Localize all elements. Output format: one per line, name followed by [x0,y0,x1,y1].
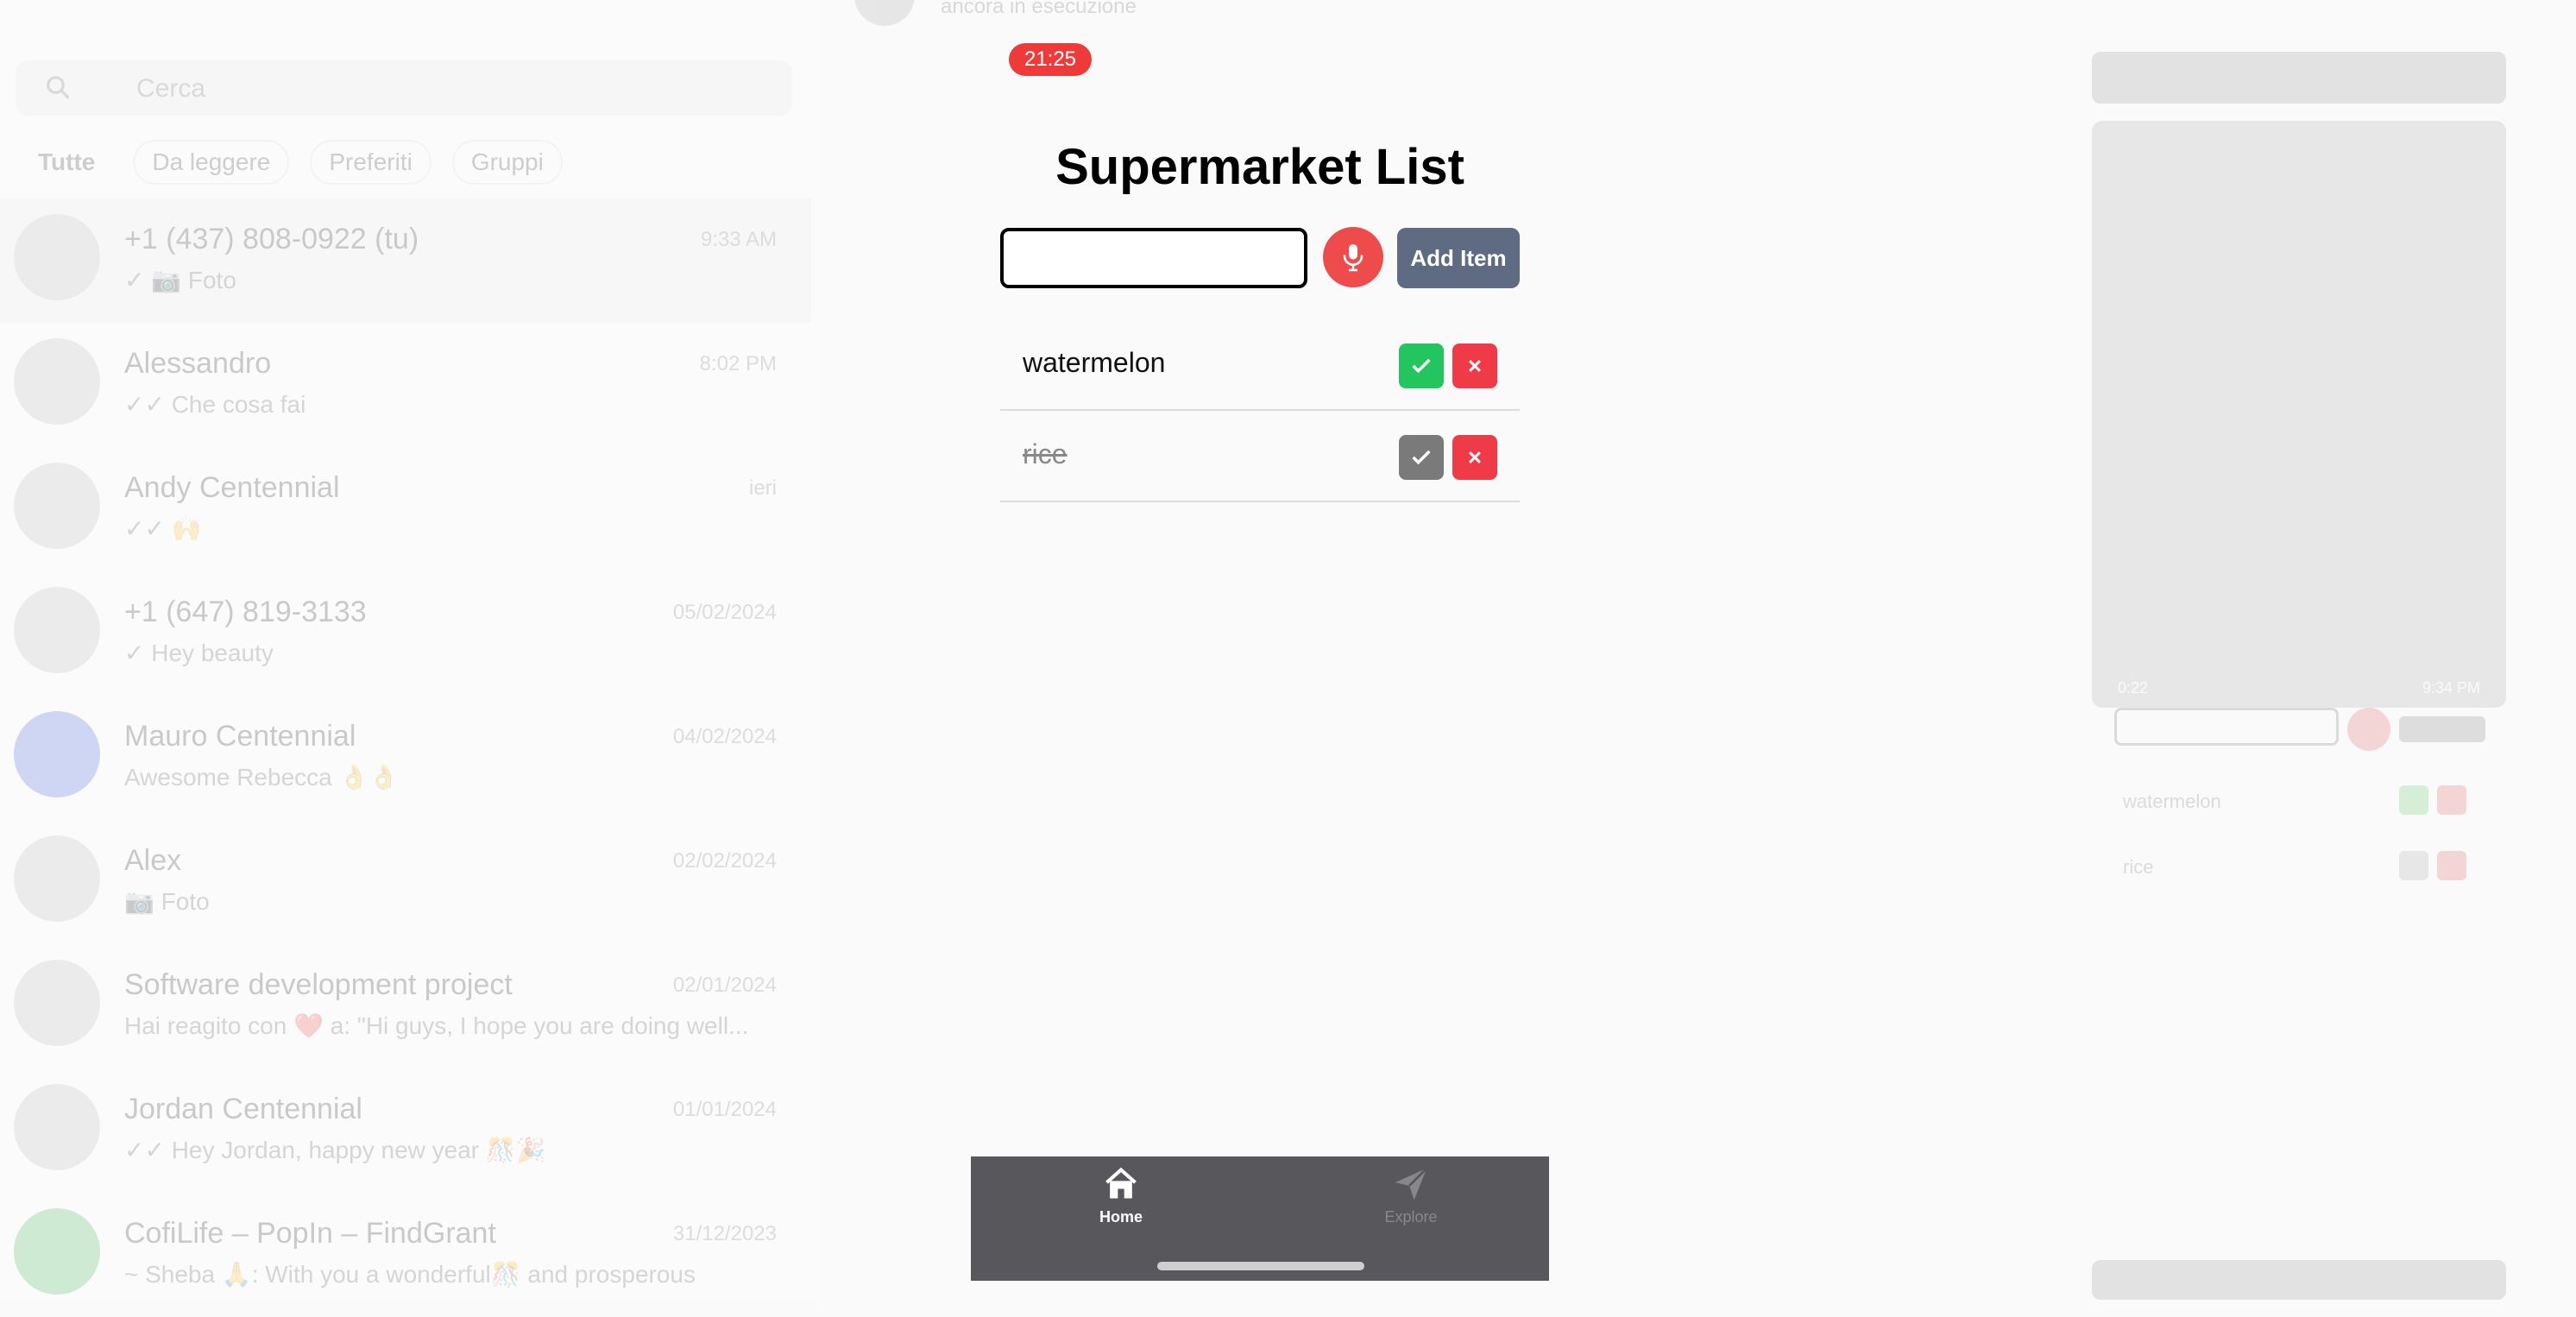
chat-list-item[interactable]: Alessandro ✓✓ Che cosa fai 8:02 PM [0,323,811,447]
item-label: watermelon [1023,347,1166,378]
tab-label: Explore [1384,1208,1438,1226]
list-item: rice [1000,411,1520,502]
chat-preview: ✓✓ 🙌 [124,515,202,542]
chat-preview: ✓ Hey beauty [124,640,274,666]
delete-item-button[interactable] [1452,435,1497,480]
preview-delete [2437,785,2466,815]
avatar [14,463,100,549]
preview-delete [2437,851,2466,880]
chat-name: CofiLife – PopIn – FindGrant [124,1217,496,1250]
chat-preview: ~ Sheba 🙏: With you a wonderful🎊 and pro… [124,1261,696,1288]
chat-name: Alex [124,844,182,877]
preview-item: rice [2123,856,2154,878]
search-placeholder: Cerca [136,74,206,103]
filter-groups[interactable]: Gruppi [451,140,563,185]
mark-done-button[interactable] [1399,435,1444,480]
chat-time: 01/01/2024 [672,1098,777,1121]
tab-explore[interactable]: Explore [1325,1165,1497,1243]
check-icon [1412,450,1431,465]
search-icon [47,76,70,99]
chat-list-item[interactable]: Software development project Hai reagito… [0,944,811,1068]
avatar [14,587,100,673]
avatar [14,338,100,425]
mark-done-button[interactable] [1399,343,1444,388]
media-footer-bar [2092,1260,2506,1300]
media-preview-pane: 0:22 9:34 PM watermelon rice [2088,52,2511,1302]
chat-preview: Awesome Rebecca 👌👌 [124,764,400,791]
item-input-field[interactable] [1000,228,1307,288]
video-timestamp: 9:34 PM [2422,679,2480,696]
media-header-bar [2092,52,2506,104]
chat-name: Mauro Centennial [124,720,356,753]
avatar [14,835,100,922]
avatar [14,960,100,1046]
page-title: Supermarket List [1055,139,1464,195]
home-indicator [1157,1262,1364,1270]
chat-preview: Hai reagito con ❤️ a: "Hi guys, I hope y… [124,1012,749,1039]
add-item-button[interactable]: Add Item [1397,228,1520,288]
chat-name: +1 (647) 819-3133 [124,595,367,628]
preview-check [2399,851,2428,880]
chat-time: 05/02/2024 [672,601,777,624]
chat-search-bar[interactable]: Cerca [16,60,792,116]
chat-preview: ✓✓ Hey Jordan, happy new year 🎊🎉 [124,1137,546,1163]
preview-mic [2347,708,2390,751]
chat-time: 9:33 AM [700,228,777,251]
chat-filters: Tutte Da leggere Preferiti Gruppi [38,138,563,186]
chat-name: Alessandro [124,347,272,380]
chat-preview: ✓ 📷 Foto [124,267,236,293]
preview-item: watermelon [2123,791,2221,812]
tab-home[interactable]: Home [1035,1165,1207,1243]
chat-list-item[interactable]: Mauro Centennial Awesome Rebecca 👌👌 04/0… [0,696,811,820]
delete-item-button[interactable] [1452,343,1497,388]
chat-name: Jordan Centennial [124,1093,362,1125]
item-label: rice [1023,438,1068,469]
chat-name: Andy Centennial [124,471,340,504]
chat-list-item[interactable]: CofiLife – PopIn – FindGrant ~ Sheba 🙏: … [0,1193,811,1317]
chat-preview: ✓✓ Che cosa fai [124,391,306,418]
chat-time: 31/12/2023 [672,1222,777,1245]
video-thumbnail[interactable]: 0:22 9:34 PM [2092,121,2506,708]
supermarket-app: 21:25 Supermarket List Add Item watermel… [971,0,1549,1302]
chat-list-item[interactable]: +1 (647) 819-3133 ✓ Hey beauty 05/02/202… [0,571,811,696]
preview-input [2114,708,2339,746]
filter-unread[interactable]: Da leggere [133,140,290,185]
chat-list-item[interactable]: Jordan Centennial ✓✓ Hey Jordan, happy n… [0,1068,811,1193]
tab-label: Home [1099,1208,1143,1226]
home-icon [1105,1167,1137,1199]
chat-list-item[interactable]: Alex 📷 Foto 02/02/2024 [0,820,811,944]
close-icon [1469,360,1481,372]
preview-add-button [2399,716,2485,742]
preview-check [2399,785,2428,815]
chat-time: 04/02/2024 [672,725,777,748]
list-item: watermelon [1000,319,1520,411]
paper-plane-icon [1395,1167,1428,1200]
chat-time: 02/02/2024 [672,849,777,873]
video-duration: 0:22 [2118,679,2149,696]
avatar [14,1084,100,1170]
filter-all[interactable]: Tutte [38,142,112,183]
chat-time: 8:02 PM [699,352,777,375]
check-icon [1412,358,1431,374]
item-input[interactable] [1004,231,1304,285]
chat-name: +1 (437) 808-0922 (tu) [124,223,419,255]
avatar [14,711,100,797]
voice-input-button[interactable] [1323,227,1383,287]
status-time-pill: 21:25 [1009,43,1092,76]
chat-list-item[interactable]: Andy Centennial ✓✓ 🙌 ieri [0,447,811,571]
avatar [14,214,100,300]
bottom-tab-bar: Home Explore [971,1156,1549,1281]
avatar [14,1208,100,1295]
chat-time: ieri [748,476,777,500]
filter-favorites[interactable]: Preferiti [310,140,431,185]
avatar [854,0,915,26]
chat-name: Software development project [124,968,513,1001]
close-icon [1469,451,1481,463]
chat-time: 02/01/2024 [672,974,777,997]
chat-list-pane: Cerca Tutte Da leggere Preferiti Gruppi … [0,0,816,1302]
chat-list-item[interactable]: +1 (437) 808-0922 (tu) ✓ 📷 Foto 9:33 AM [0,198,811,323]
chat-preview: 📷 Foto [124,888,210,915]
microphone-icon [1343,244,1364,272]
